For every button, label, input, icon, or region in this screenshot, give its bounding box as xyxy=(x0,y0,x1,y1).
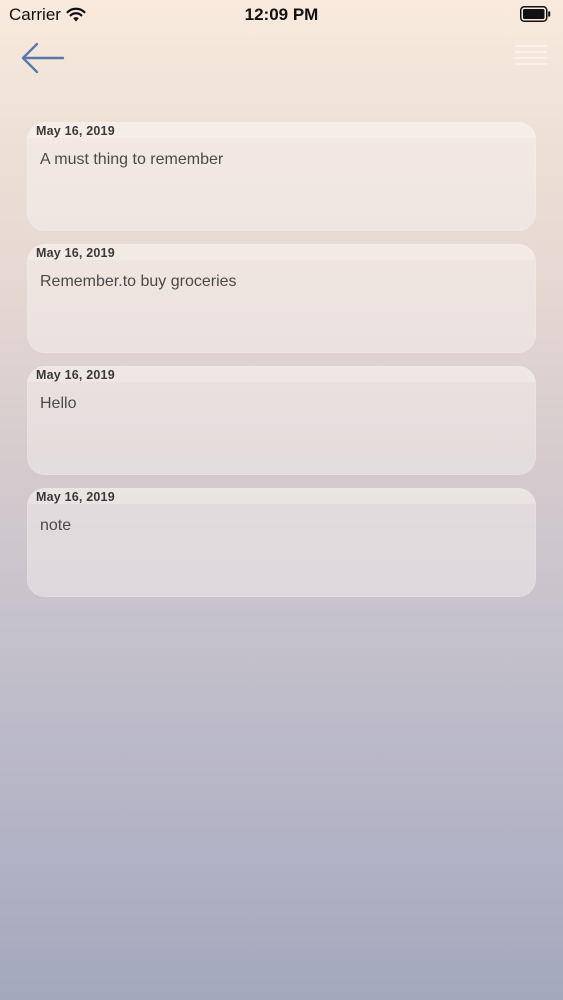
note-date: May 16, 2019 xyxy=(36,124,115,138)
note-card[interactable]: May 16, 2019 A must thing to remember xyxy=(27,122,536,231)
status-bar: Carrier 12:09 PM xyxy=(0,0,563,30)
note-text: Hello xyxy=(40,395,77,412)
battery-icon xyxy=(520,6,551,22)
hamburger-menu-icon xyxy=(513,45,549,76)
note-date: May 16, 2019 xyxy=(36,490,115,504)
note-text: Remember.to buy groceries xyxy=(40,273,237,290)
note-card[interactable]: May 16, 2019 note xyxy=(27,488,536,597)
notes-list: May 16, 2019 A must thing to remember Ma… xyxy=(27,122,536,610)
note-date: May 16, 2019 xyxy=(36,368,115,382)
note-date: May 16, 2019 xyxy=(36,246,115,260)
note-text: note xyxy=(40,517,72,534)
menu-button[interactable] xyxy=(513,42,549,72)
arrow-left-icon xyxy=(18,42,68,82)
status-time: 12:09 PM xyxy=(244,5,319,24)
note-card[interactable]: May 16, 2019 Hello xyxy=(27,366,536,475)
back-button[interactable] xyxy=(18,38,68,78)
note-card[interactable]: May 16, 2019 Remember.to buy groceries xyxy=(27,244,536,353)
note-text: A must thing to remember xyxy=(40,151,224,168)
